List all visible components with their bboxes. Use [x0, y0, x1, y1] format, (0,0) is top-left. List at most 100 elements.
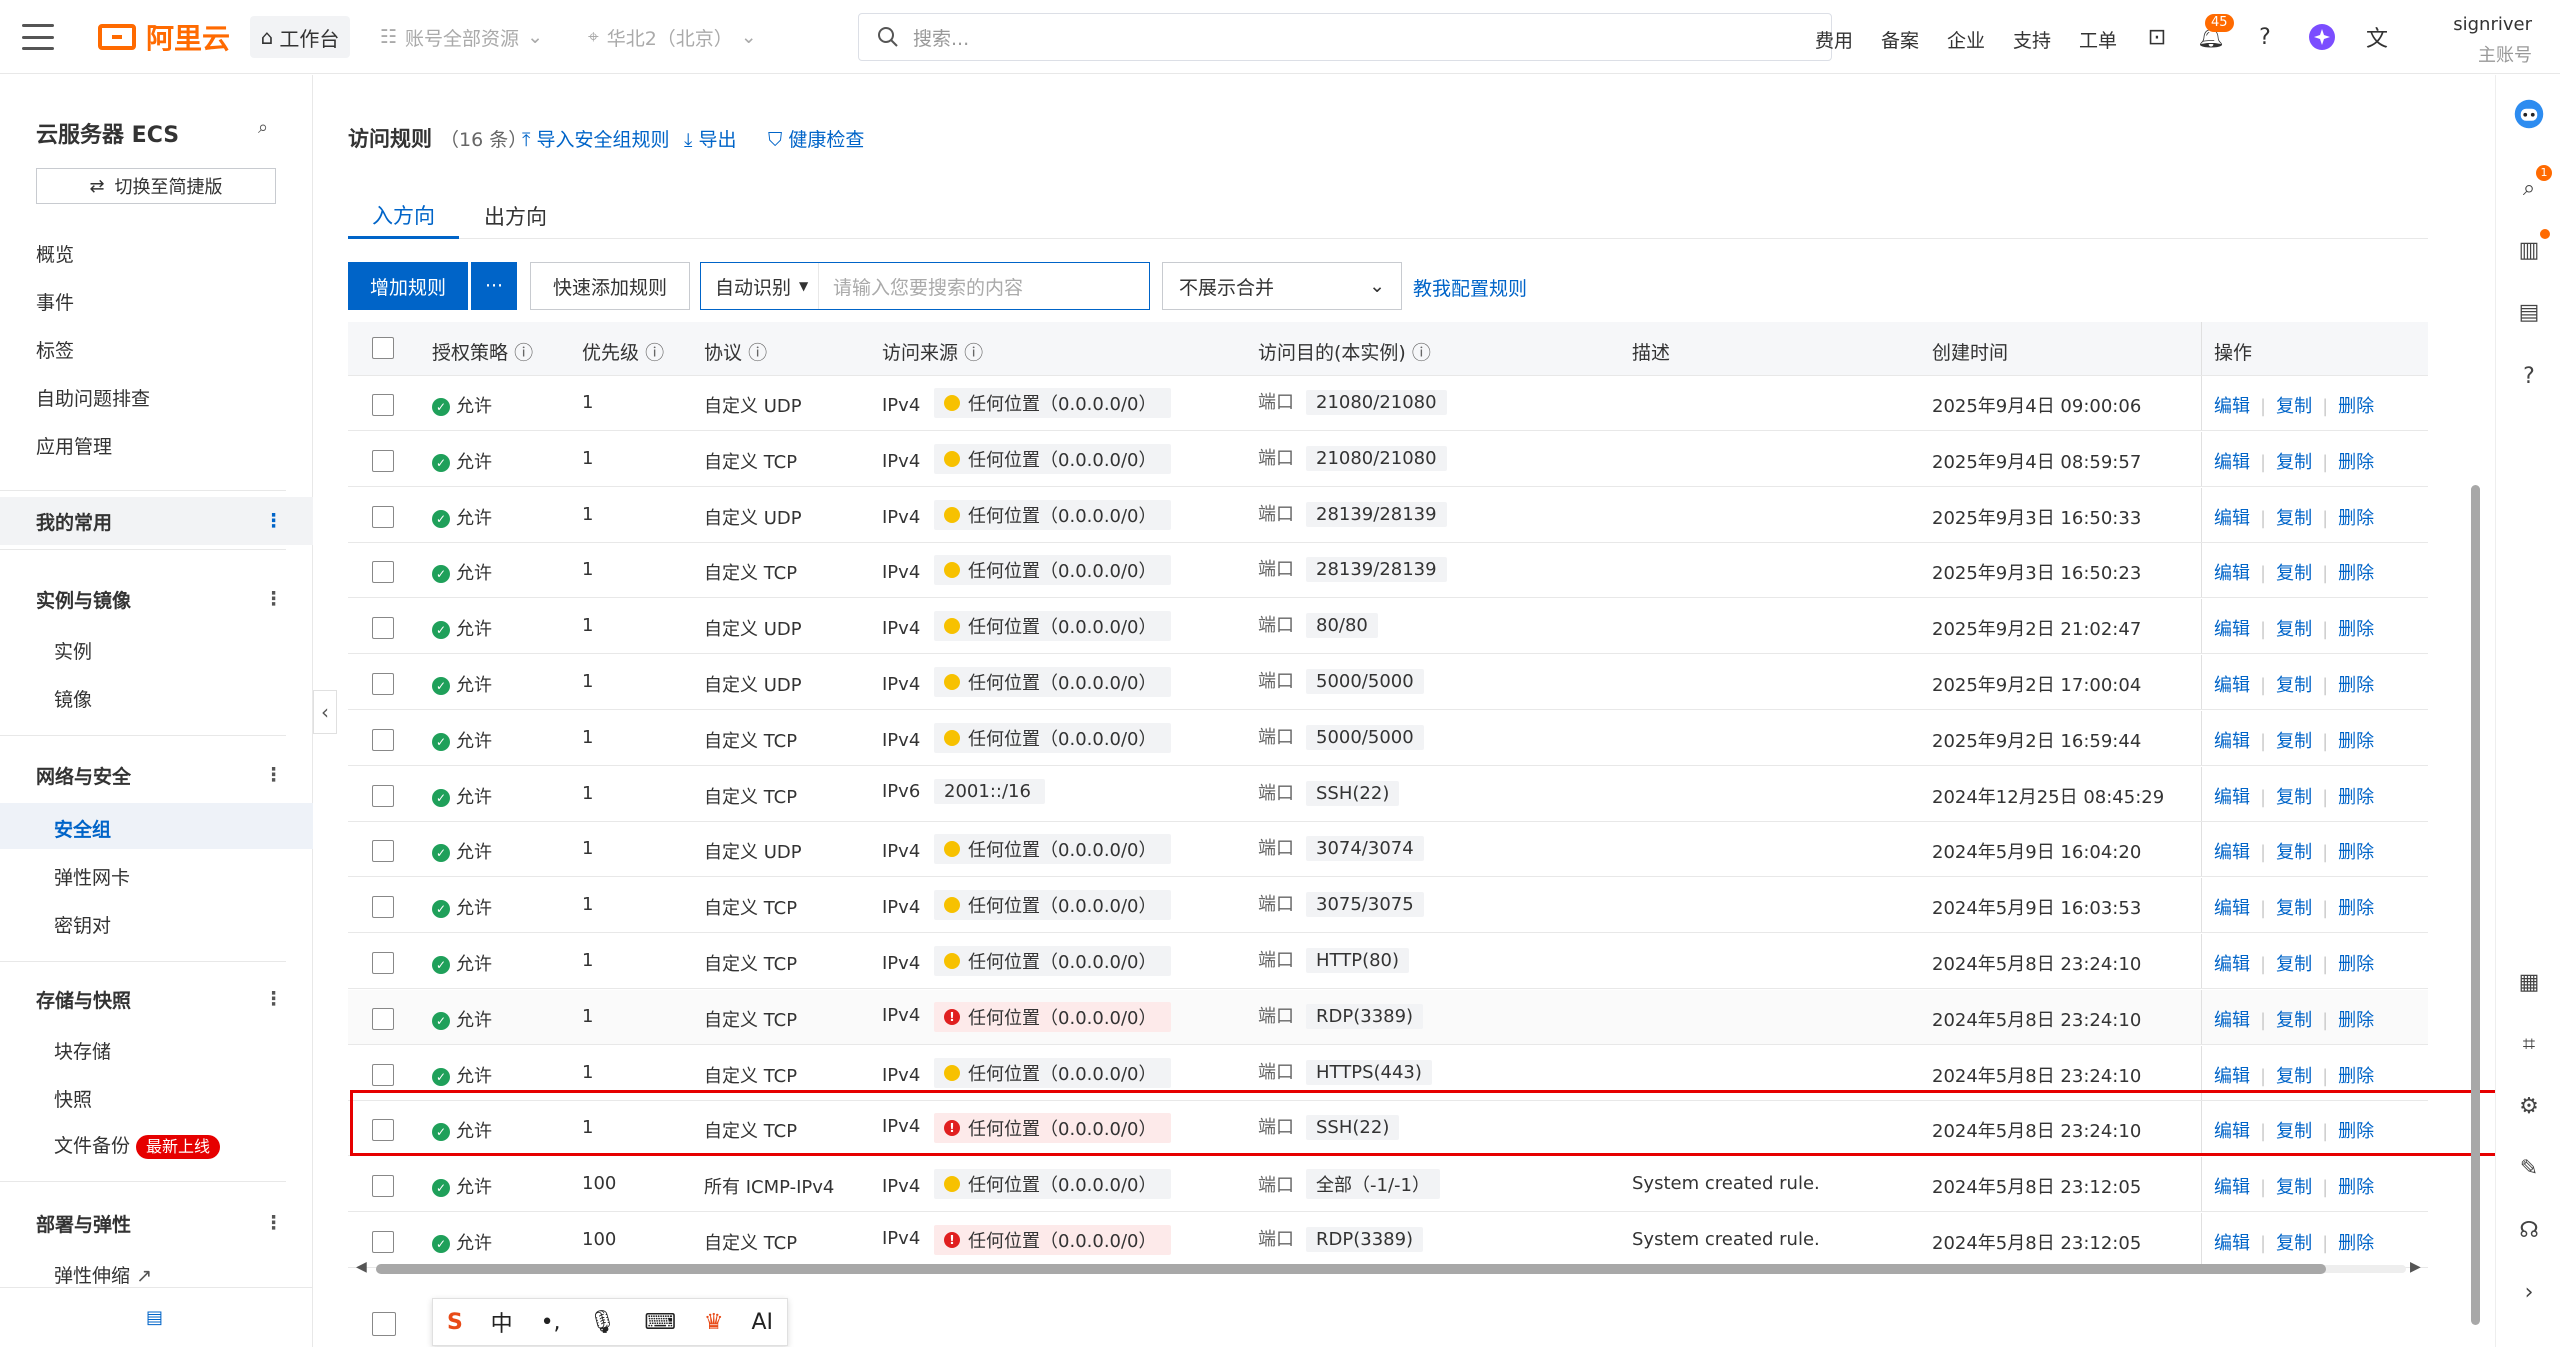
- teach-config-link[interactable]: 教我配置规则: [1413, 274, 1527, 301]
- sidebar-item-image[interactable]: 镜像: [54, 685, 92, 712]
- global-search-input[interactable]: 搜索...: [858, 13, 1832, 61]
- sidebar-group-storage[interactable]: 存储与快照 ⋮: [0, 975, 313, 1023]
- scroll-thumb[interactable]: [376, 1264, 2326, 1274]
- delete-link[interactable]: 删除: [2338, 1233, 2374, 1254]
- help-icon[interactable]: ⓘ: [964, 342, 983, 364]
- row-checkbox[interactable]: [372, 728, 394, 751]
- copy-link[interactable]: 复制: [2276, 563, 2312, 584]
- select-all-checkbox[interactable]: [372, 337, 394, 359]
- copy-link[interactable]: 复制: [2276, 1010, 2312, 1031]
- help-icon[interactable]: ⓘ: [1412, 342, 1431, 364]
- help-icon[interactable]: ⓘ: [514, 342, 533, 364]
- ime-chinese-mode[interactable]: 中: [491, 1306, 513, 1338]
- edit-link[interactable]: 编辑: [2214, 675, 2250, 696]
- delete-link[interactable]: 删除: [2338, 731, 2374, 752]
- row-checkbox[interactable]: [372, 784, 394, 807]
- delete-link[interactable]: 删除: [2338, 396, 2374, 417]
- row-checkbox[interactable]: [372, 896, 394, 919]
- copy-link[interactable]: 复制: [2276, 675, 2312, 696]
- edit-link[interactable]: 编辑: [2214, 842, 2250, 863]
- sidebar-item-events[interactable]: 事件: [36, 288, 74, 315]
- edit-link[interactable]: 编辑: [2214, 1177, 2250, 1198]
- sidebar-group-favorites[interactable]: 我的常用 ⋮: [0, 497, 313, 545]
- vertical-scrollbar[interactable]: [2468, 75, 2482, 1347]
- region-select[interactable]: ⌖ 华北2（北京） ⌄: [588, 16, 757, 58]
- help-icon[interactable]: ?: [2250, 22, 2280, 52]
- rule-search-input[interactable]: 请输入您要搜索的内容: [819, 273, 1023, 300]
- filter-type-select[interactable]: 自动识别 ▼: [701, 263, 819, 309]
- sidebar-item-snapshot[interactable]: 快照: [54, 1085, 92, 1112]
- sidebar-item-security-group[interactable]: 安全组: [54, 815, 111, 842]
- edit-link[interactable]: 编辑: [2214, 396, 2250, 417]
- edit-link[interactable]: 编辑: [2214, 731, 2250, 752]
- more-icon[interactable]: ⋮: [264, 588, 283, 610]
- copy-link[interactable]: 复制: [2276, 1177, 2312, 1198]
- robot-assistant-icon[interactable]: [2514, 99, 2544, 129]
- copy-link[interactable]: 复制: [2276, 898, 2312, 919]
- sidebar-item-instance[interactable]: 实例: [54, 637, 92, 664]
- tab-inbound[interactable]: 入方向: [348, 193, 459, 239]
- delete-link[interactable]: 删除: [2338, 898, 2374, 919]
- delete-link[interactable]: 删除: [2338, 787, 2374, 808]
- delete-link[interactable]: 删除: [2338, 452, 2374, 473]
- delete-link[interactable]: 删除: [2338, 619, 2374, 640]
- delete-link[interactable]: 删除: [2338, 508, 2374, 529]
- row-checkbox[interactable]: [372, 1175, 394, 1198]
- help-icon[interactable]: ⓘ: [748, 342, 767, 364]
- row-checkbox[interactable]: [372, 952, 394, 974]
- sidebar-item-keypair[interactable]: 密钥对: [54, 911, 111, 938]
- delete-link[interactable]: 删除: [2338, 1010, 2374, 1031]
- menu-icon[interactable]: [22, 24, 54, 50]
- more-icon[interactable]: ⋮: [264, 988, 283, 1010]
- row-checkbox[interactable]: [372, 505, 394, 528]
- bulk-select-checkbox[interactable]: [372, 1312, 396, 1336]
- sidebar-item-app-management[interactable]: 应用管理: [36, 432, 112, 459]
- row-checkbox[interactable]: [372, 1063, 394, 1086]
- search-icon[interactable]: ⌕: [258, 117, 268, 138]
- terminal-icon[interactable]: ⊡: [2142, 22, 2172, 52]
- nav-ticket[interactable]: 工单: [2079, 26, 2117, 53]
- skin-icon[interactable]: ♛: [704, 1310, 724, 1335]
- row-checkbox[interactable]: [372, 617, 394, 640]
- edit-link[interactable]: 编辑: [2214, 1233, 2250, 1254]
- sidebar-item-tags[interactable]: 标签: [36, 336, 74, 363]
- add-rule-button[interactable]: 增加规则: [348, 262, 468, 310]
- settings-icon[interactable]: ⚙: [2514, 1091, 2544, 1121]
- delete-link[interactable]: 删除: [2338, 954, 2374, 975]
- export-link[interactable]: ⤓ 导出: [684, 125, 736, 152]
- edit-link[interactable]: 编辑: [2214, 898, 2250, 919]
- book-icon[interactable]: ▥: [2514, 235, 2544, 265]
- copy-link[interactable]: 复制: [2276, 787, 2312, 808]
- merge-select[interactable]: 不展示合并 ⌄: [1162, 262, 1402, 310]
- more-icon[interactable]: ⋮: [264, 510, 283, 532]
- copy-link[interactable]: 复制: [2276, 954, 2312, 975]
- help-icon[interactable]: ?: [2514, 361, 2544, 391]
- copy-link[interactable]: 复制: [2276, 508, 2312, 529]
- help-icon[interactable]: ⓘ: [645, 342, 664, 364]
- comment-icon[interactable]: ▤: [146, 1307, 163, 1328]
- sidebar-item-block-storage[interactable]: 块存储: [54, 1037, 111, 1064]
- ai-assistant-icon[interactable]: [2307, 22, 2337, 52]
- sidebar-item-file-backup[interactable]: 文件备份 最新上线: [54, 1131, 221, 1159]
- row-checkbox[interactable]: [372, 561, 394, 584]
- resource-scope-select[interactable]: ☷ 账号全部资源 ⌄: [380, 16, 543, 58]
- delete-link[interactable]: 删除: [2338, 675, 2374, 696]
- collapse-sidebar-button[interactable]: ‹: [313, 690, 337, 734]
- row-checkbox[interactable]: [372, 1007, 394, 1030]
- scroll-right-icon[interactable]: ▶: [2410, 1259, 2421, 1275]
- sidebar-item-eni[interactable]: 弹性网卡: [54, 863, 130, 890]
- edit-link[interactable]: 编辑: [2214, 563, 2250, 584]
- code-icon[interactable]: ⌗: [2514, 1029, 2544, 1059]
- edit-link[interactable]: 编辑: [2214, 1010, 2250, 1031]
- microphone-icon[interactable]: 🎙︎: [588, 1310, 616, 1335]
- more-icon[interactable]: ⋮: [264, 1212, 283, 1234]
- delete-link[interactable]: 删除: [2338, 1177, 2374, 1198]
- row-checkbox[interactable]: [372, 449, 394, 472]
- punctuation-icon[interactable]: •,: [541, 1310, 561, 1335]
- aliyun-logo[interactable]: 阿里云: [98, 20, 230, 55]
- nav-support[interactable]: 支持: [2013, 26, 2051, 53]
- delete-link[interactable]: 删除: [2338, 842, 2374, 863]
- horizontal-scrollbar[interactable]: ◀ ▶: [356, 1259, 2424, 1275]
- copy-link[interactable]: 复制: [2276, 731, 2312, 752]
- import-rules-link[interactable]: ⤒ 导入安全组规则: [522, 125, 669, 152]
